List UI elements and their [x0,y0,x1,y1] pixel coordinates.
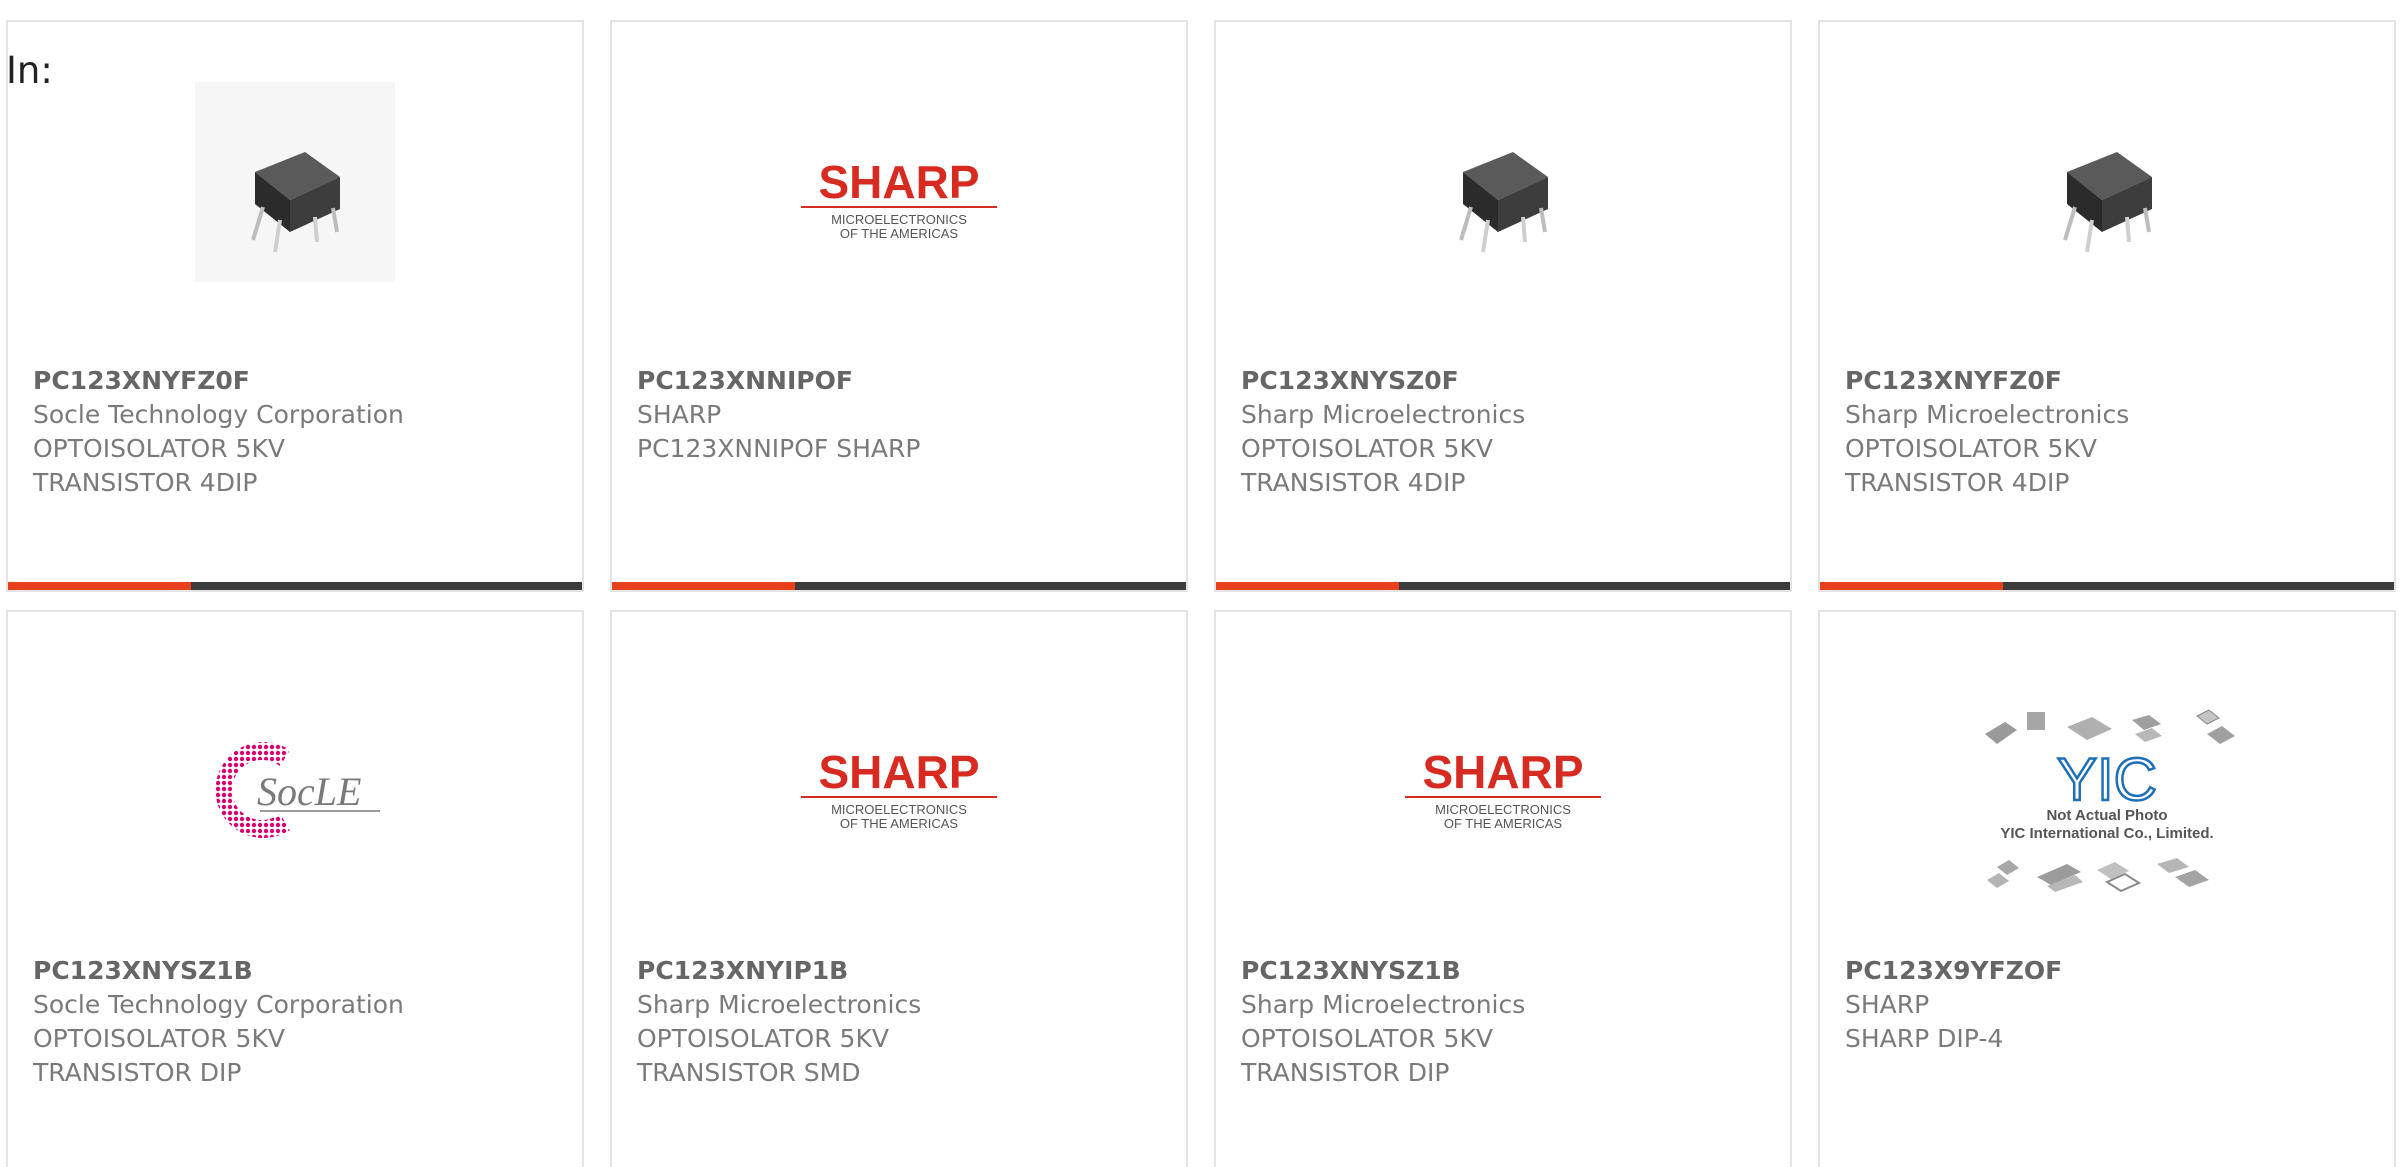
description-line-1: OPTOISOLATOR 5KV [33,434,285,463]
product-card[interactable]: PC123XNYFZ0F Sharp Microelectronics OPTO… [1818,20,2396,592]
part-number-link[interactable]: PC123XNYFZ0F [33,364,563,398]
sharp-logo-sub1: MICROELECTRONICS [831,802,967,817]
sharp-logo-sub2: OF THE AMERICAS [1444,816,1563,831]
product-image[interactable]: SHARP MICROELECTRONICS OF THE AMERICAS [612,672,1186,912]
card-underbar [612,582,1186,590]
product-info: PC123XNYIP1B Sharp Microelectronics OPTO… [637,954,1167,1090]
sharp-logo-sub1: MICROELECTRONICS [1435,802,1571,817]
filter-in-label: In: [6,49,53,92]
sharp-logo-brand: SHARP [818,156,979,208]
product-image[interactable] [8,82,582,322]
yic-notice-line-2: YIC International Co., Limited. [2000,825,2213,842]
description-line-2: TRANSISTOR SMD [637,1058,861,1087]
product-info: PC123XNYSZ1B Socle Technology Corporatio… [33,954,563,1090]
description-line-2: TRANSISTOR DIP [1241,1058,1450,1087]
description-line-1: SHARP DIP-4 [1845,1024,2004,1053]
product-image[interactable]: SocLE [8,672,582,912]
description-line-1: OPTOISOLATOR 5KV [1241,1024,1493,1053]
card-underbar-accent [1820,582,2003,590]
product-image[interactable] [1216,82,1790,322]
description-line-1: OPTOISOLATOR 5KV [1845,434,2097,463]
product-card[interactable]: PC123XNYFZ0F Socle Technology Corporatio… [6,20,584,592]
manufacturer: Socle Technology Corporation [33,400,404,429]
product-image[interactable]: SHARP MICROELECTRONICS OF THE AMERICAS [1216,672,1790,912]
product-image[interactable] [1820,82,2394,322]
product-grid-page: In: PC123XNYFZ0F Socle Technology Corpor… [0,0,2400,1167]
description-line-2: TRANSISTOR 4DIP [1845,468,2070,497]
product-info: PC123XNYSZ0F Sharp Microelectronics OPTO… [1241,364,1771,500]
part-number-link[interactable]: PC123XNYSZ1B [1241,954,1771,988]
part-number-link[interactable]: PC123XNYIP1B [637,954,1167,988]
description-line-2: TRANSISTOR DIP [33,1058,242,1087]
product-card[interactable]: PC123XNYSZ0F Sharp Microelectronics OPTO… [1214,20,1792,592]
part-number-link[interactable]: PC123XNNIPOF [637,364,1167,398]
card-underbar-accent [8,582,191,590]
manufacturer: Sharp Microelectronics [1241,400,1526,429]
manufacturer: SHARP [637,400,722,429]
product-card[interactable]: SocLE PC123XNYSZ1B Socle Technology Corp… [6,610,584,1167]
part-number-link[interactable]: PC123X9YFZOF [1845,954,2375,988]
description-line-1: PC123XNNIPOF SHARP [637,434,921,463]
description-line-1: OPTOISOLATOR 5KV [1241,434,1493,463]
dip4-component-icon [195,82,395,282]
socle-logo-icon: SocLE [215,742,380,838]
product-image[interactable]: YIC Not Actual Photo YIC International C… [1820,672,2394,912]
part-number-link[interactable]: PC123XNYSZ1B [33,954,563,988]
product-info: PC123X9YFZOF SHARP SHARP DIP-4 [1845,954,2375,1056]
manufacturer: Sharp Microelectronics [637,990,922,1019]
sharp-logo-brand: SHARP [1422,746,1583,798]
sharp-logo-icon: SHARP MICROELECTRONICS OF THE AMERICAS [801,746,997,831]
socle-logo-text: SocLE [257,769,361,814]
product-info: PC123XNNIPOF SHARP PC123XNNIPOF SHARP [637,364,1167,466]
sharp-logo-brand: SHARP [818,746,979,798]
card-underbar-accent [1216,582,1399,590]
card-underbar [8,582,582,590]
sharp-logo-icon: SHARP MICROELECTRONICS OF THE AMERICAS [1405,746,1601,831]
product-card[interactable]: YIC Not Actual Photo YIC International C… [1818,610,2396,1167]
sharp-logo-sub2: OF THE AMERICAS [840,816,959,831]
product-info: PC123XNYSZ1B Sharp Microelectronics OPTO… [1241,954,1771,1090]
description-line-1: OPTOISOLATOR 5KV [33,1024,285,1053]
description-line-1: OPTOISOLATOR 5KV [637,1024,889,1053]
yic-logo-text: YIC [2057,746,2157,813]
product-card[interactable]: SHARP MICROELECTRONICS OF THE AMERICAS P… [610,20,1188,592]
dip4-component-icon [1459,152,1548,253]
manufacturer: Sharp Microelectronics [1845,400,2130,429]
manufacturer: Sharp Microelectronics [1241,990,1526,1019]
yic-placeholder-icon: YIC Not Actual Photo YIC International C… [1985,709,2235,893]
description-line-2: TRANSISTOR 4DIP [1241,468,1466,497]
product-image[interactable]: SHARP MICROELECTRONICS OF THE AMERICAS [612,82,1186,322]
part-number-link[interactable]: PC123XNYFZ0F [1845,364,2375,398]
manufacturer: SHARP [1845,990,1930,1019]
card-underbar [1820,582,2394,590]
dip4-component-icon [2063,152,2152,253]
manufacturer: Socle Technology Corporation [33,990,404,1019]
yic-notice-line-1: Not Actual Photo [2046,807,2167,824]
product-card[interactable]: SHARP MICROELECTRONICS OF THE AMERICAS P… [1214,610,1792,1167]
product-info: PC123XNYFZ0F Sharp Microelectronics OPTO… [1845,364,2375,500]
product-card[interactable]: SHARP MICROELECTRONICS OF THE AMERICAS P… [610,610,1188,1167]
sharp-logo-sub2: OF THE AMERICAS [840,226,959,241]
sharp-logo-icon: SHARP MICROELECTRONICS OF THE AMERICAS [801,156,997,241]
product-info: PC123XNYFZ0F Socle Technology Corporatio… [33,364,563,500]
sharp-logo-sub1: MICROELECTRONICS [831,212,967,227]
card-underbar [1216,582,1790,590]
card-underbar-accent [612,582,795,590]
description-line-2: TRANSISTOR 4DIP [33,468,258,497]
part-number-link[interactable]: PC123XNYSZ0F [1241,364,1771,398]
